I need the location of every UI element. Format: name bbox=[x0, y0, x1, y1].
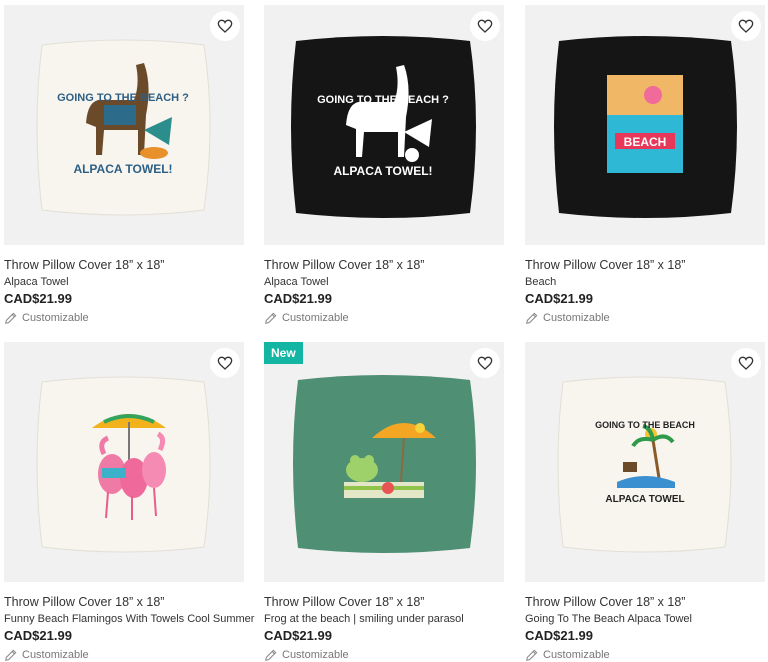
art-heading: GOING TO THE BEACH ? bbox=[57, 92, 189, 104]
design-name[interactable]: Frog at the beach | smiling under paraso… bbox=[264, 613, 464, 625]
favorite-button[interactable] bbox=[210, 11, 240, 41]
design-name[interactable]: Going To The Beach Alpaca Towel bbox=[525, 613, 692, 625]
design-name[interactable]: Beach bbox=[525, 276, 556, 288]
customizable-label: Customizable bbox=[264, 311, 349, 325]
customizable-text: Customizable bbox=[22, 312, 89, 324]
product-price: CAD$21.99 bbox=[525, 628, 593, 643]
customizable-label: Customizable bbox=[264, 648, 349, 662]
product-price: CAD$21.99 bbox=[4, 628, 72, 643]
product-image[interactable]: GOING TO THE BEACH ALPACA TOWEL bbox=[525, 342, 765, 582]
pencil-icon bbox=[265, 649, 277, 661]
favorite-button[interactable] bbox=[210, 348, 240, 378]
product-title[interactable]: Throw Pillow Cover 18” x 18” bbox=[4, 595, 164, 609]
pencil-icon bbox=[5, 649, 17, 661]
product-image[interactable]: GOING TO THE BEACH ? ALPACA TOWEL! bbox=[264, 5, 504, 245]
new-badge: New bbox=[264, 342, 303, 364]
pillow-image: GOING TO THE BEACH ? ALPACA TOWEL! bbox=[36, 39, 211, 216]
customizable-text: Customizable bbox=[543, 312, 610, 324]
product-title[interactable]: Throw Pillow Cover 18” x 18” bbox=[264, 258, 424, 272]
customizable-text: Customizable bbox=[543, 649, 610, 661]
product-price: CAD$21.99 bbox=[4, 291, 72, 306]
product-price: CAD$21.99 bbox=[264, 291, 332, 306]
favorite-button[interactable] bbox=[470, 348, 500, 378]
pillow-image: GOING TO THE BEACH ? ALPACA TOWEL! bbox=[291, 36, 476, 218]
favorite-button[interactable] bbox=[470, 11, 500, 41]
heart-icon bbox=[217, 19, 233, 33]
heart-icon bbox=[217, 356, 233, 370]
pencil-icon bbox=[265, 312, 277, 324]
heart-icon bbox=[477, 19, 493, 33]
product-image[interactable]: New bbox=[264, 342, 504, 582]
product-price: CAD$21.99 bbox=[264, 628, 332, 643]
pencil-icon bbox=[5, 312, 17, 324]
pillow-image bbox=[293, 375, 476, 553]
art-footer: BEACH bbox=[624, 135, 667, 149]
product-title[interactable]: Throw Pillow Cover 18” x 18” bbox=[4, 258, 164, 272]
art-footer: ALPACA TOWEL! bbox=[333, 164, 432, 178]
pencil-icon bbox=[526, 649, 538, 661]
product-title[interactable]: Throw Pillow Cover 18” x 18” bbox=[525, 595, 685, 609]
art-footer: ALPACA TOWEL bbox=[605, 494, 684, 505]
design-name[interactable]: Funny Beach Flamingos With Towels Cool S… bbox=[4, 613, 254, 625]
product-title[interactable]: Throw Pillow Cover 18” x 18” bbox=[525, 258, 685, 272]
customizable-label: Customizable bbox=[4, 311, 89, 325]
heart-icon bbox=[738, 19, 754, 33]
product-title[interactable]: Throw Pillow Cover 18” x 18” bbox=[264, 595, 424, 609]
art-heading: GOING TO THE BEACH bbox=[595, 420, 695, 430]
favorite-button[interactable] bbox=[731, 11, 761, 41]
customizable-label: Customizable bbox=[525, 311, 610, 325]
product-image[interactable] bbox=[4, 342, 244, 582]
customizable-text: Customizable bbox=[282, 649, 349, 661]
heart-icon bbox=[738, 356, 754, 370]
pencil-icon bbox=[526, 312, 538, 324]
pillow-image: GOING TO THE BEACH ALPACA TOWEL bbox=[557, 376, 732, 553]
customizable-label: Customizable bbox=[525, 648, 610, 662]
design-name[interactable]: Alpaca Towel bbox=[4, 276, 69, 288]
customizable-label: Customizable bbox=[4, 648, 89, 662]
product-image[interactable]: GOING TO THE BEACH ? ALPACA TOWEL! bbox=[4, 5, 244, 245]
art-heading: GOING TO THE BEACH ? bbox=[317, 94, 449, 106]
product-price: CAD$21.99 bbox=[525, 291, 593, 306]
pillow-image bbox=[36, 376, 211, 553]
favorite-button[interactable] bbox=[731, 348, 761, 378]
pillow-image: BEACH bbox=[554, 36, 737, 218]
product-image[interactable]: BEACH bbox=[525, 5, 765, 245]
heart-icon bbox=[477, 356, 493, 370]
design-name[interactable]: Alpaca Towel bbox=[264, 276, 329, 288]
customizable-text: Customizable bbox=[22, 649, 89, 661]
art-footer: ALPACA TOWEL! bbox=[73, 162, 172, 176]
customizable-text: Customizable bbox=[282, 312, 349, 324]
